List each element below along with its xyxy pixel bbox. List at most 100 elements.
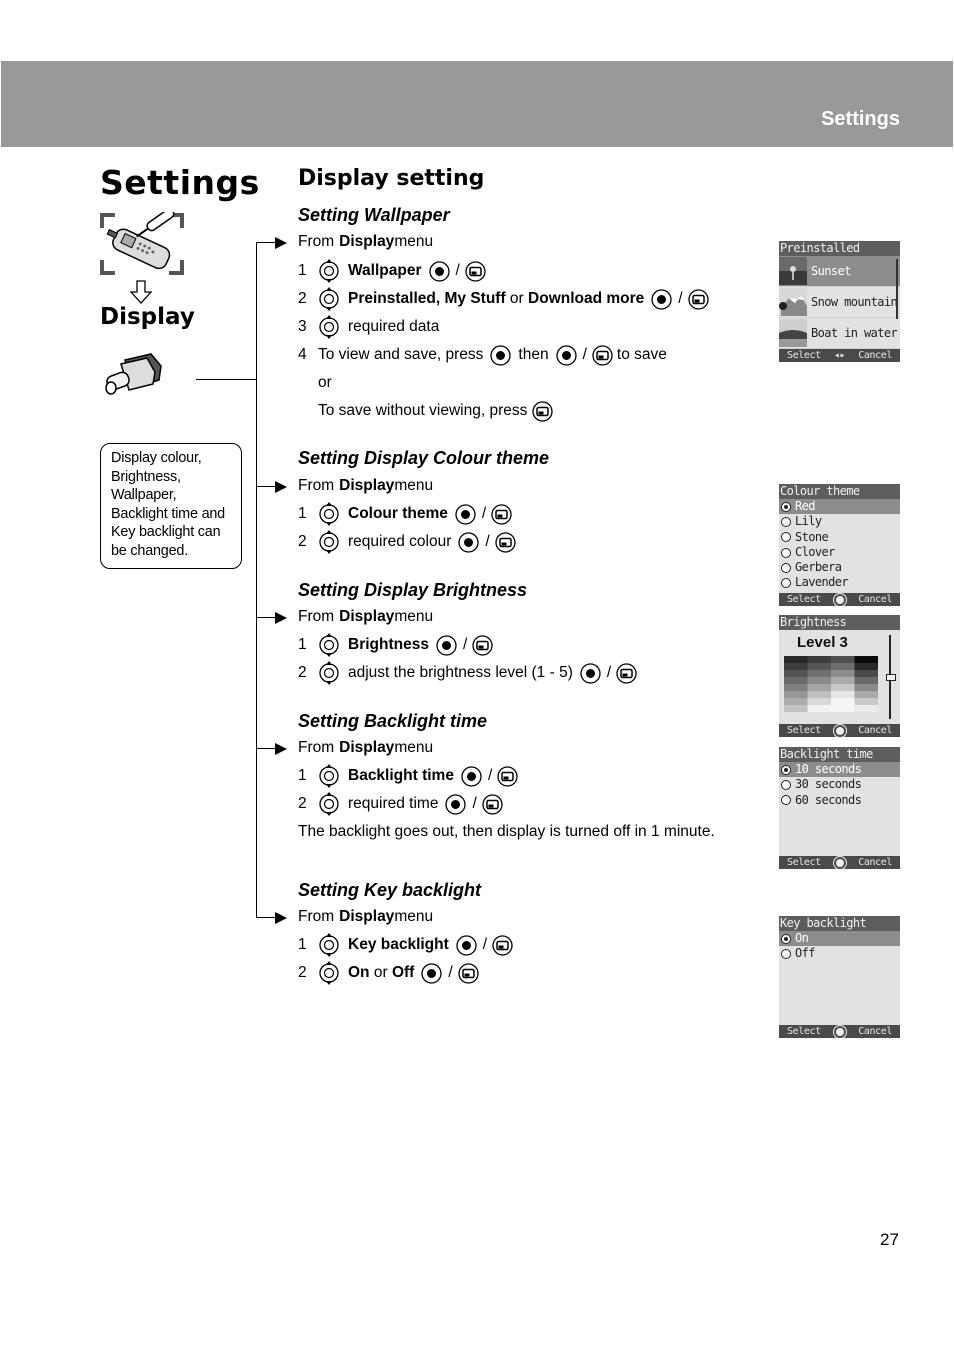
gray-swatch bbox=[854, 656, 878, 664]
screen-title: Backlight time bbox=[779, 747, 900, 762]
navigation-key-icon bbox=[318, 961, 340, 985]
gray-swatch bbox=[854, 670, 878, 678]
info-line: Brightness, bbox=[111, 468, 181, 485]
alt-text: To save without viewing, press bbox=[318, 402, 528, 419]
screen-title: Colour theme bbox=[779, 484, 900, 499]
step-text: to save bbox=[616, 346, 667, 363]
arrow-right-icon bbox=[275, 912, 287, 924]
menu-name: Display bbox=[339, 908, 395, 925]
colour-option[interactable]: Red bbox=[779, 499, 900, 515]
slash: / bbox=[606, 664, 612, 681]
softkey-select[interactable]: Select bbox=[787, 724, 821, 737]
step-row: 4 To view and save, press then / to save bbox=[298, 344, 667, 366]
or-row: or bbox=[318, 372, 332, 394]
slash: / bbox=[485, 533, 490, 550]
navigation-key-icon bbox=[318, 792, 340, 816]
step-row: 1 Colour theme / bbox=[298, 503, 516, 525]
brightness-level-label: Level 3 bbox=[797, 634, 848, 651]
wallpaper-item[interactable]: Sunset bbox=[779, 256, 900, 287]
connector-branch bbox=[256, 917, 276, 919]
softkey-select[interactable]: Select bbox=[787, 1025, 821, 1038]
softkey-cancel[interactable]: Cancel bbox=[858, 349, 892, 362]
screen-title: Preinstalled bbox=[779, 241, 900, 256]
from-menu-row: From Display menu bbox=[298, 737, 433, 759]
gray-swatch bbox=[854, 705, 878, 712]
radio-icon bbox=[781, 562, 791, 573]
from-menu-row: From Display menu bbox=[298, 231, 433, 253]
gray-swatch bbox=[784, 656, 808, 664]
backlight-option[interactable]: 30 seconds bbox=[779, 777, 900, 792]
softkey-cancel[interactable]: Cancel bbox=[858, 593, 892, 606]
key-backlight-option[interactable]: On bbox=[779, 931, 900, 947]
backlight-option[interactable]: 10 seconds bbox=[779, 762, 900, 778]
step-number: 3 bbox=[298, 318, 307, 335]
gray-swatch bbox=[831, 684, 855, 692]
step-label: Download more bbox=[528, 290, 645, 307]
gray-swatch bbox=[831, 677, 855, 685]
gray-swatch bbox=[831, 656, 855, 664]
step-label: Colour theme bbox=[348, 505, 448, 522]
wallpaper-item-label: Boat in water bbox=[811, 326, 898, 340]
or-text: or bbox=[318, 374, 332, 391]
radio-selected-icon bbox=[781, 764, 791, 775]
softkey-cancel[interactable]: Cancel bbox=[858, 1025, 892, 1038]
boat-thumbnail-icon bbox=[779, 319, 807, 347]
soft-key-icon bbox=[491, 504, 512, 525]
colour-option[interactable]: Lavender bbox=[779, 575, 900, 590]
softkey-cancel[interactable]: Cancel bbox=[858, 724, 892, 737]
colour-option[interactable]: Lily bbox=[779, 514, 900, 529]
gray-swatch bbox=[831, 698, 855, 706]
step-label: Off bbox=[391, 964, 415, 981]
wallpaper-item[interactable]: Snow mountain bbox=[779, 287, 900, 318]
gray-swatch bbox=[807, 670, 832, 678]
center-key-icon bbox=[833, 1025, 846, 1038]
soft-key-icon bbox=[592, 345, 613, 366]
backlight-option[interactable]: 60 seconds bbox=[779, 793, 900, 808]
softkey-select[interactable]: Select bbox=[787, 349, 821, 362]
colour-option[interactable]: Stone bbox=[779, 530, 900, 545]
brightness-slider[interactable] bbox=[886, 635, 896, 719]
step-text: To view and save, press bbox=[318, 346, 484, 363]
softkey-bar: Select Cancel bbox=[779, 593, 900, 606]
center-key-icon bbox=[833, 856, 846, 869]
scrollbar[interactable] bbox=[896, 259, 898, 319]
step-text: adjust the brightness level (1 - 5) bbox=[348, 664, 573, 681]
slash: / bbox=[678, 290, 683, 307]
from-prefix: From bbox=[298, 233, 335, 250]
note-row: The backlight goes out, then display is … bbox=[298, 821, 715, 843]
info-line: Key backlight can bbox=[111, 524, 221, 540]
connector-branch bbox=[256, 617, 276, 619]
wallpaper-item[interactable]: Boat in water bbox=[779, 318, 900, 349]
softkey-select[interactable]: Select bbox=[787, 593, 821, 606]
screen-brightness: Brightness Level 3 Select Cancel bbox=[779, 615, 900, 737]
connector-branch bbox=[256, 242, 276, 244]
ok-key-icon bbox=[429, 261, 450, 282]
option-label: 60 seconds bbox=[795, 792, 862, 807]
step-label: Brightness bbox=[348, 636, 429, 653]
gray-swatch bbox=[854, 684, 878, 692]
section-heading-colour-theme: Setting Display Colour theme bbox=[298, 448, 550, 468]
step-row: 1 Brightness / bbox=[298, 634, 497, 656]
ok-key-icon bbox=[458, 532, 479, 553]
softkey-bar: Select Cancel bbox=[779, 1025, 900, 1038]
ok-key-icon bbox=[445, 794, 466, 815]
softkey-cancel[interactable]: Cancel bbox=[858, 856, 892, 869]
step-number: 4 bbox=[298, 346, 307, 363]
phone-settings-icon bbox=[100, 212, 184, 275]
mountain-thumbnail-icon bbox=[779, 288, 807, 316]
wallpaper-item-label: Sunset bbox=[811, 264, 851, 278]
option-label: Gerbera bbox=[795, 560, 842, 575]
colour-option[interactable]: Gerbera bbox=[779, 560, 900, 575]
from-prefix: From bbox=[298, 739, 335, 756]
key-backlight-option[interactable]: Off bbox=[779, 946, 900, 961]
colour-option[interactable]: Clover bbox=[779, 545, 900, 560]
step-connector: or bbox=[505, 290, 529, 307]
slash: / bbox=[455, 262, 460, 279]
from-suffix: menu bbox=[394, 739, 434, 756]
softkey-select[interactable]: Select bbox=[787, 856, 821, 869]
header-band: Settings bbox=[1, 61, 953, 147]
screen-key-backlight: Key backlight On Off Select Cancel bbox=[779, 916, 900, 1038]
option-label: Off bbox=[795, 946, 815, 961]
slider-thumb[interactable] bbox=[886, 674, 896, 681]
page-heading: Display setting bbox=[298, 166, 485, 191]
